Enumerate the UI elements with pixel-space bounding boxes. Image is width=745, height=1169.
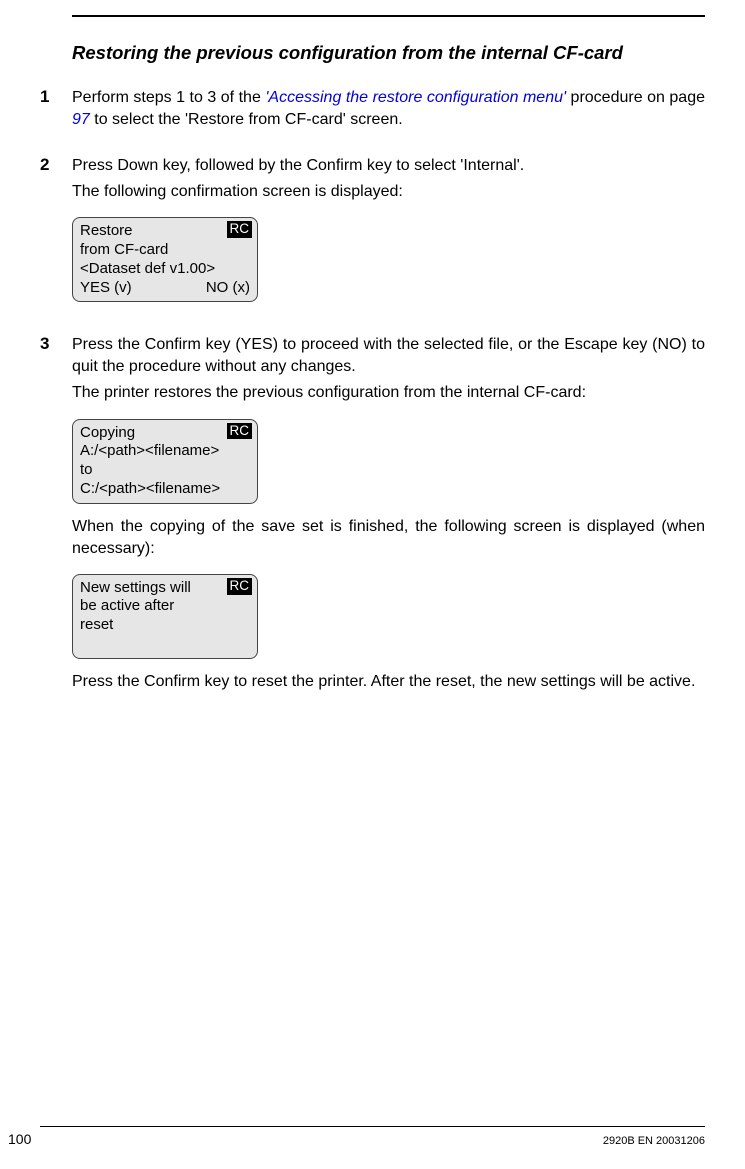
lcd-line-3: to xyxy=(80,461,250,480)
step-1-text-a: Perform steps 1 to 3 of the xyxy=(72,89,265,106)
step-1-link-text[interactable]: 'Accessing the restore configuration men… xyxy=(265,89,566,106)
step-2-text-b: The following confirmation screen is dis… xyxy=(72,181,705,203)
lcd-screen-copying: RC Copying A:/<path><filename> to C:/<pa… xyxy=(72,419,258,504)
step-2-text-a: Press Down key, followed by the Confirm … xyxy=(72,155,705,177)
step-1-text-c: to select the 'Restore from CF-card' scr… xyxy=(90,111,403,128)
lcd-line-1: Restore xyxy=(80,222,250,241)
lcd-yes: YES (v) xyxy=(80,279,132,298)
lcd-line-2: be active after xyxy=(80,597,250,616)
lcd-screen-confirm: RC Restore from CF-card <Dataset def v1.… xyxy=(72,217,258,302)
footer-rule xyxy=(40,1126,705,1127)
lcd-badge: RC xyxy=(227,221,253,238)
lcd-badge: RC xyxy=(227,578,253,595)
top-rule xyxy=(72,15,705,17)
lcd-no: NO (x) xyxy=(206,279,250,298)
step-2: 2 Press Down key, followed by the Confir… xyxy=(40,155,705,314)
lcd-screen-reset: RC New settings will be active after res… xyxy=(72,574,258,659)
footer: 100 2920B EN 20031206 xyxy=(0,1126,745,1147)
doc-code: 2920B EN 20031206 xyxy=(603,1135,705,1147)
step-3-text-a: Press the Confirm key (YES) to proceed w… xyxy=(72,334,705,378)
step-3: 3 Press the Confirm key (YES) to proceed… xyxy=(40,334,705,696)
step-3-text-c: When the copying of the save set is fini… xyxy=(72,516,705,560)
lcd-line-2: A:/<path><filename> xyxy=(80,442,250,461)
step-1-number: 1 xyxy=(40,87,72,135)
lcd-badge: RC xyxy=(227,423,253,440)
lcd-line-1: New settings will xyxy=(80,579,250,598)
lcd-line-1: Copying xyxy=(80,424,250,443)
step-1-text-b: procedure on page xyxy=(566,89,705,106)
step-3-text-b: The printer restores the previous config… xyxy=(72,382,705,404)
lcd-line-4: C:/<path><filename> xyxy=(80,480,250,499)
step-1: 1 Perform steps 1 to 3 of the 'Accessing… xyxy=(40,87,705,135)
step-3-text-d: Press the Confirm key to reset the print… xyxy=(72,671,705,693)
step-1-link-num[interactable]: 97 xyxy=(72,111,90,128)
step-1-text: Perform steps 1 to 3 of the 'Accessing t… xyxy=(72,87,705,131)
step-2-number: 2 xyxy=(40,155,72,314)
lcd-line-3: reset xyxy=(80,616,250,635)
lcd-line-3: <Dataset def v1.00> xyxy=(80,260,250,279)
page-number: 100 xyxy=(8,1131,31,1147)
section-title: Restoring the previous configuration fro… xyxy=(72,42,705,64)
step-3-number: 3 xyxy=(40,334,72,696)
lcd-line-2: from CF-card xyxy=(80,241,250,260)
